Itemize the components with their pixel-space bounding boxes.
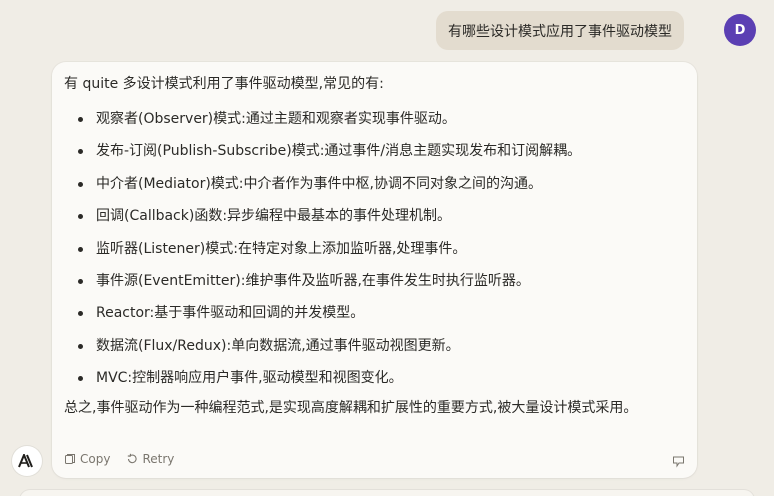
- list-item: MVC:控制器响应用户事件,驱动模型和视图变化。: [52, 362, 581, 394]
- list-item: 观察者(Observer)模式:通过主题和观察者实现事件驱动。: [52, 103, 581, 135]
- bullet-dot: [78, 311, 83, 317]
- bullet-dot: [78, 343, 83, 349]
- thumbs-down-icon: [673, 456, 684, 468]
- user-avatar-letter: D: [734, 22, 746, 38]
- bullet-dot: [78, 117, 83, 122]
- list-item-text: 发布-订阅(Publish-Subscribe)模式:通过事件/消息主题实现发布…: [96, 143, 582, 160]
- copy-label: Copy: [80, 452, 111, 466]
- bullet-dot: [78, 376, 83, 382]
- list-item-text: 观察者(Observer)模式:通过主题和观察者实现事件驱动。: [96, 111, 456, 127]
- bullet-dot: [78, 214, 83, 220]
- copy-icon: [65, 454, 75, 464]
- retry-label: Retry: [142, 452, 175, 466]
- bullet-dot: [78, 181, 83, 187]
- list-item: Reactor:基于事件驱动和回调的并发模型。: [52, 297, 581, 329]
- bullet-dot: [78, 246, 83, 252]
- assistant-summary-text: 总之,事件驱动作为一种编程范式,是实现高度解耦和扩展性的重要方式,被大量设计模式…: [64, 400, 638, 416]
- message-actions: Copy Retry: [64, 452, 190, 466]
- list-item-text: 事件源(EventEmitter):维护事件及监听器,在事件发生时执行监听器。: [96, 272, 530, 289]
- retry-button[interactable]: Retry: [126, 452, 174, 466]
- list-item-text: 数据流(Flux/Redux):单向数据流,通过事件驱动视图更新。: [96, 337, 460, 354]
- list-item-text: 监听器(Listener)模式:在特定对象上添加监听器,处理事件。: [96, 240, 467, 257]
- list-item: 回调(Callback)函数:异步编程中最基本的事件处理机制。: [52, 200, 581, 232]
- user-message-text: 有哪些设计模式应用了事件驱动模型: [448, 23, 672, 40]
- assistant-message-card: 有 quite 多设计模式利用了事件驱动模型,常见的有: 观察者(Observe…: [52, 62, 697, 478]
- retry-icon: [128, 453, 138, 464]
- input-area-edge: [20, 490, 754, 496]
- user-avatar[interactable]: D: [724, 14, 756, 46]
- bullet-dot: [78, 149, 83, 155]
- list-item: 事件源(EventEmitter):维护事件及监听器,在事件发生时执行监听器。: [52, 265, 581, 297]
- copy-button[interactable]: Copy: [64, 452, 110, 466]
- list-item-text: Reactor:基于事件驱动和回调的并发模型。: [96, 305, 365, 322]
- list-item: 中介者(Mediator)模式:中介者作为事件中枢,协调不同对象之间的沟通。: [52, 168, 581, 200]
- list-item: 数据流(Flux/Redux):单向数据流,通过事件驱动视图更新。: [52, 330, 581, 362]
- claude-logo-icon: [18, 454, 33, 468]
- list-item-text: MVC:控制器响应用户事件,驱动模型和视图变化。: [96, 370, 403, 387]
- list-item-text: 中介者(Mediator)模式:中介者作为事件中枢,协调不同对象之间的沟通。: [96, 175, 542, 192]
- list-item-text: 回调(Callback)函数:异步编程中最基本的事件处理机制。: [96, 208, 452, 225]
- list-item: 监听器(Listener)模式:在特定对象上添加监听器,处理事件。: [52, 233, 581, 265]
- user-message-bubble: 有哪些设计模式应用了事件驱动模型: [436, 11, 684, 50]
- assistant-intro-text: 有 quite 多设计模式利用了事件驱动模型,常见的有:: [64, 76, 384, 92]
- bullet-dot: [78, 278, 83, 284]
- list-item: 发布-订阅(Publish-Subscribe)模式:通过事件/消息主题实现发布…: [52, 135, 581, 167]
- bullet-list: 观察者(Observer)模式:通过主题和观察者实现事件驱动。 发布-订阅(Pu…: [52, 103, 581, 395]
- chat-window: 有哪些设计模式应用了事件驱动模型 D 有 quite 多设计模式利用了事件驱动模…: [0, 0, 774, 496]
- feedback-button[interactable]: [672, 453, 685, 472]
- claude-logo: [12, 446, 42, 476]
